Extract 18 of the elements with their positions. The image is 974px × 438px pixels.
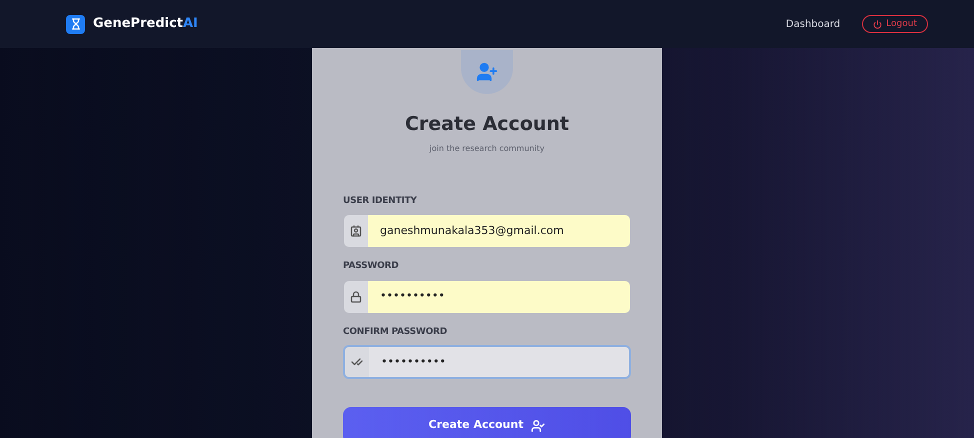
double-check-icon	[351, 356, 363, 368]
user-check-icon	[531, 418, 546, 432]
card-subtitle: join the research community	[430, 142, 544, 154]
field-label: PASSWORD	[343, 260, 400, 273]
power-icon	[873, 20, 882, 28]
lock-icon	[350, 290, 362, 302]
logout-button[interactable]: Logout	[862, 15, 928, 33]
field-label: USER IDENTITY	[343, 194, 418, 208]
create-account-button[interactable]: Create Account	[343, 407, 631, 438]
id-card-icon	[350, 225, 362, 237]
brand-suffix: AI	[183, 15, 198, 34]
logo-icon	[66, 14, 85, 34]
dashboard-link[interactable]: Dashboard	[786, 16, 840, 32]
card-title: Create Account	[404, 112, 570, 137]
user-plus-icon	[476, 61, 498, 83]
input-field[interactable]: ••••••••••	[343, 345, 631, 379]
brand-name: GenePredict	[93, 15, 183, 34]
field-label: CONFIRM PASSWORD	[343, 326, 448, 338]
